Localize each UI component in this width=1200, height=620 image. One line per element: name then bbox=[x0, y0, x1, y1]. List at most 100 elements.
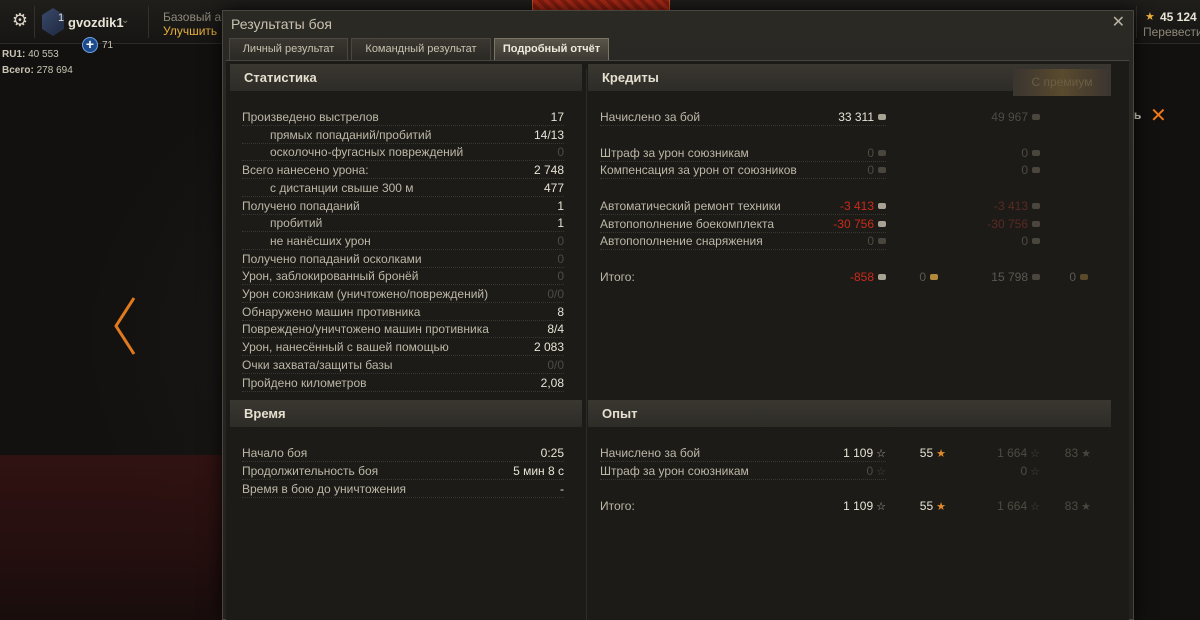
tab-personal-result[interactable]: Личный результат bbox=[229, 38, 348, 60]
stat-label: прямых попаданий/пробитий bbox=[270, 127, 432, 142]
stat-row: Всего нанесено урона: 2 748 bbox=[242, 161, 564, 180]
stat-label: не нанёсших урон bbox=[270, 233, 371, 248]
stat-value: 17 bbox=[550, 110, 564, 124]
stat-row: Урон, нанесённый с вашей помощью 2 083 bbox=[242, 338, 564, 357]
rank-badge: 1 bbox=[58, 12, 65, 24]
credits-icon bbox=[1032, 149, 1040, 156]
battle-results-window: Результаты боя ✕ Личный результат Команд… bbox=[222, 10, 1134, 620]
stat-row: Получено попаданий 1 bbox=[242, 197, 564, 215]
stat-label: Всего нанесено урона: bbox=[242, 163, 369, 178]
stat-label: Получено попаданий осколками bbox=[242, 251, 422, 266]
time-label: Продолжительность боя bbox=[242, 464, 379, 478]
credits-icon bbox=[878, 202, 886, 209]
credit-premium-value: 0 bbox=[1021, 232, 1040, 250]
gold-icon bbox=[1080, 273, 1088, 280]
stat-value: 2,08 bbox=[540, 375, 564, 390]
stat-label: пробитий bbox=[270, 216, 323, 231]
stat-value: 0 bbox=[557, 251, 564, 266]
premium-free-exp-value: 83 ★ bbox=[1064, 499, 1091, 513]
stat-value: 477 bbox=[543, 180, 564, 195]
experience-header: Опыт bbox=[588, 400, 1111, 427]
stat-row: Произведено выстрелов 17 bbox=[242, 108, 564, 126]
server-online-value: 40 553 bbox=[28, 49, 59, 60]
premium-free-exp-cell: 83 ★ bbox=[1046, 497, 1091, 515]
stat-row: Очки захвата/защиты базы 0/0 bbox=[242, 356, 564, 374]
close-icon[interactable]: ✕ bbox=[1150, 103, 1167, 128]
credit-premium-value: 49 967 bbox=[991, 108, 1040, 126]
server-label: RU1: bbox=[2, 49, 26, 60]
time-value: 5 мин 8 с bbox=[513, 464, 564, 478]
stat-value: 2 083 bbox=[533, 340, 564, 355]
stat-row: не нанёсших урон 0 bbox=[242, 232, 564, 250]
stat-row: пробитий 1 bbox=[242, 214, 564, 233]
credit-premium-row: -30 756 bbox=[980, 215, 1040, 233]
stat-value: 2 748 bbox=[533, 163, 564, 178]
credit-premium-row: -3 413 bbox=[980, 197, 1040, 215]
premium-free-exp-cell: 83 ★ bbox=[1046, 444, 1091, 462]
star-icon: ☆ bbox=[876, 501, 886, 513]
gear-icon[interactable]: ⚙ bbox=[8, 9, 32, 33]
premium-free-exp-value: 83 ★ bbox=[1064, 446, 1091, 460]
time-label: Начало боя bbox=[242, 446, 308, 460]
credits-icon bbox=[878, 166, 886, 173]
stat-row: осколочно-фугасных повреждений 0 bbox=[242, 143, 564, 162]
background-red-panel bbox=[0, 455, 225, 620]
exp-label: Штраф за урон союзникам bbox=[600, 464, 749, 478]
tab-detailed-report[interactable]: Подробный отчёт bbox=[494, 38, 609, 60]
gold-balance: 45 124 bbox=[1160, 10, 1197, 24]
credit-value: 33 311 bbox=[838, 108, 886, 126]
credits-icon bbox=[878, 273, 886, 280]
credits-icon bbox=[1032, 166, 1040, 173]
stat-row: Обнаружено машин противника 8 bbox=[242, 303, 564, 321]
stat-label: Произведено выстрелов bbox=[242, 110, 379, 124]
credit-row: Автоматический ремонт техники -3 413 bbox=[600, 197, 886, 215]
upgrade-account-link[interactable]: Улучшить bbox=[163, 24, 217, 38]
free-exp-cell: 55 ★ bbox=[906, 497, 946, 515]
tab-team-result[interactable]: Командный результат bbox=[351, 38, 491, 60]
credit-premium-row: 0 bbox=[980, 232, 1040, 250]
total-label: Всего: bbox=[2, 65, 34, 76]
stat-label: Обнаружено машин противника bbox=[242, 304, 421, 319]
window-title: Результаты боя bbox=[231, 16, 333, 32]
time-header: Время bbox=[230, 400, 582, 427]
free-exp-star-icon: ★ bbox=[1081, 501, 1091, 513]
close-icon[interactable]: ✕ bbox=[1112, 12, 1125, 32]
credit-value: -30 756 bbox=[833, 215, 886, 233]
plus-count: 71 bbox=[102, 40, 114, 51]
username[interactable]: gvozdik1 bbox=[68, 15, 124, 30]
credit-premium-value: 15 798 bbox=[991, 268, 1040, 286]
stat-row: Получено попаданий осколками 0 bbox=[242, 250, 564, 268]
credit-premium-value: -30 756 bbox=[987, 215, 1040, 233]
exp-total-row: Итого: 1 109 ☆ bbox=[600, 497, 886, 515]
credit-label: Компенсация за урон от союзников bbox=[600, 163, 797, 177]
exp-premium-cell: 1 664 ☆ bbox=[966, 497, 1040, 515]
gold-value: 0 bbox=[1069, 268, 1088, 286]
divider bbox=[148, 6, 149, 38]
credit-premium-row: 0 bbox=[980, 144, 1040, 162]
exp-premium-value: 1 664 ☆ bbox=[997, 499, 1040, 513]
credits-icon bbox=[878, 149, 886, 156]
credits-icon bbox=[878, 220, 886, 227]
chevron-down-icon[interactable]: ⌄ bbox=[121, 15, 129, 26]
credit-label: Начислено за бой bbox=[600, 110, 701, 124]
divider bbox=[586, 69, 587, 620]
star-icon: ☆ bbox=[876, 448, 886, 460]
chevron-left-icon[interactable] bbox=[112, 296, 138, 356]
divider bbox=[34, 6, 35, 38]
credit-premium-row: 49 967 bbox=[980, 108, 1040, 126]
credit-total-row: Итого: -858 bbox=[600, 268, 886, 286]
plus-icon[interactable]: + bbox=[82, 37, 98, 53]
exchange-link[interactable]: Перевести bbox=[1143, 25, 1200, 39]
stat-value: 0/0 bbox=[547, 357, 564, 372]
exp-row: Штраф за урон союзникам 0 ☆ bbox=[600, 462, 886, 480]
credit-row: Автопополнение боекомплекта -30 756 bbox=[600, 215, 886, 233]
free-exp-value: 55 ★ bbox=[919, 446, 946, 460]
stat-label: осколочно-фугасных повреждений bbox=[270, 145, 464, 160]
stat-label: Урон, нанесённый с вашей помощью bbox=[242, 340, 449, 355]
gold-star-icon: ★ bbox=[1145, 11, 1155, 23]
time-label: Время в бою до уничтожения bbox=[242, 482, 407, 496]
stat-row: прямых попаданий/пробитий 14/13 bbox=[242, 126, 564, 144]
credit-premium-row: 0 bbox=[980, 161, 1040, 179]
credit-premium-value: 0 bbox=[1021, 161, 1040, 179]
free-exp-star-icon: ★ bbox=[936, 448, 946, 460]
